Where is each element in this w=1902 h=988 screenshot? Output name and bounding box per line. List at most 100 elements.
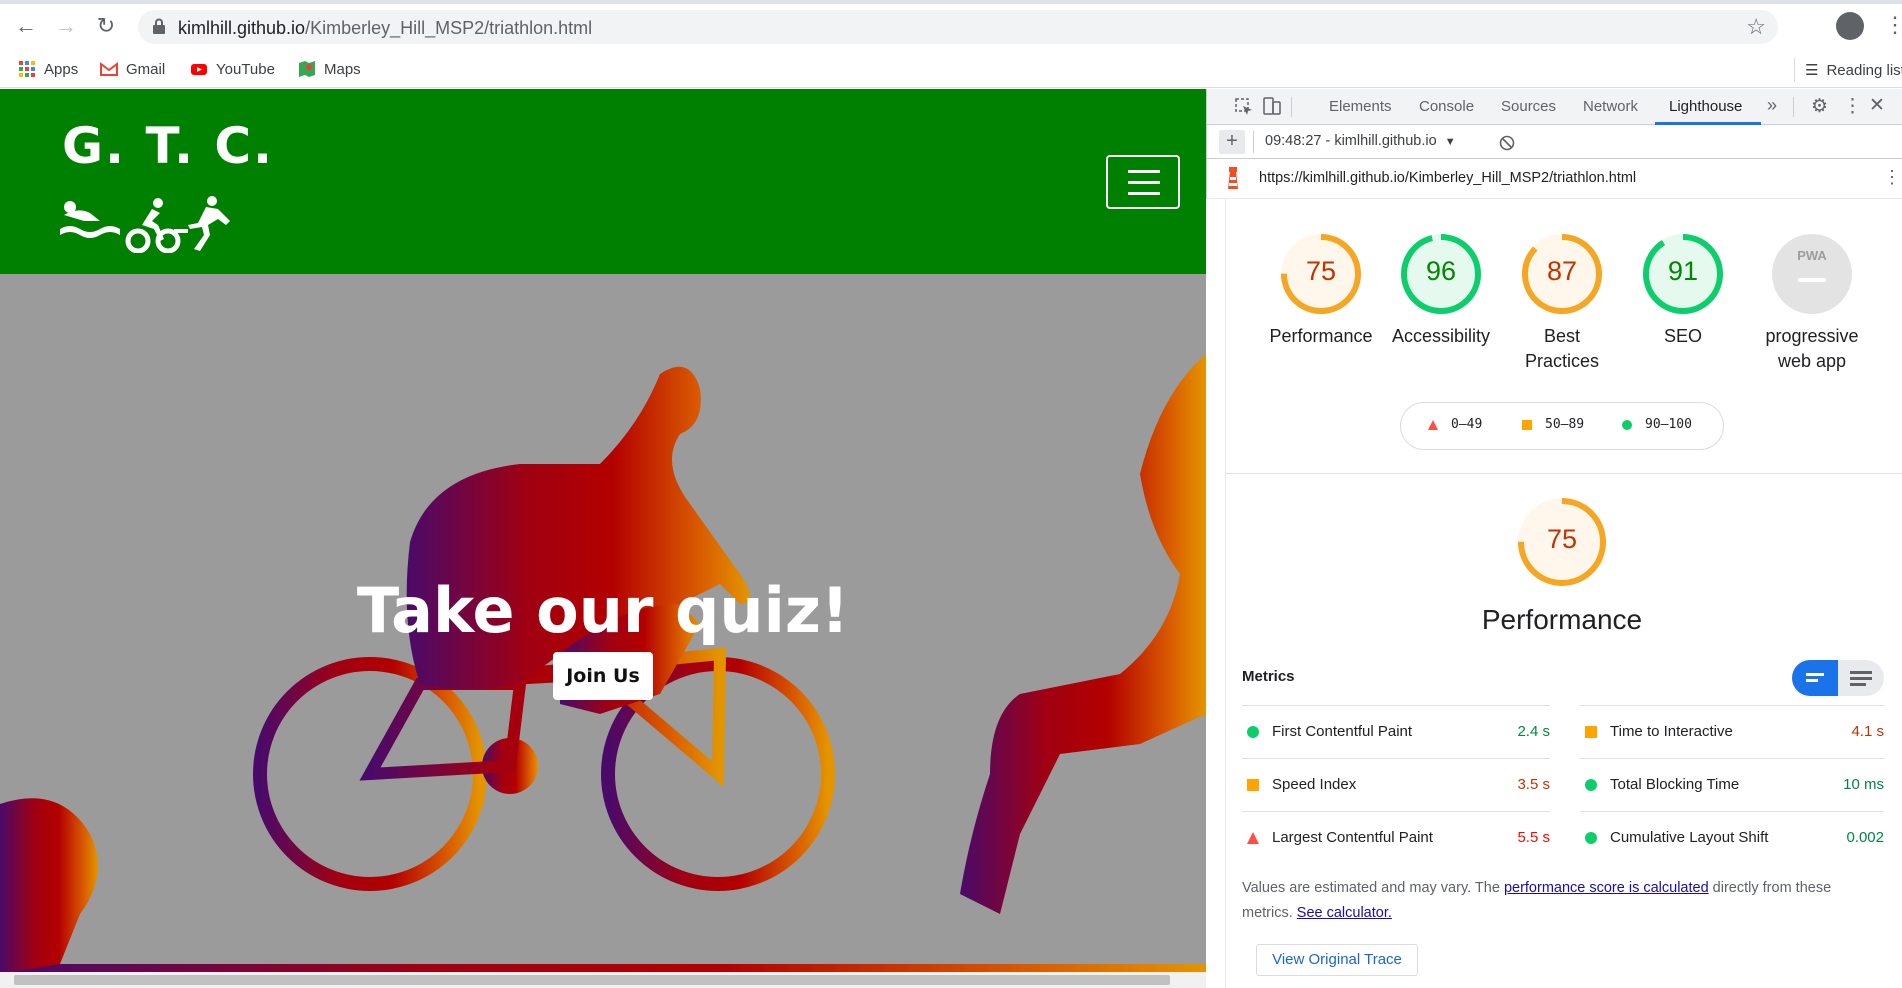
bookmark-label: Apps <box>44 60 79 78</box>
bookmark-label: Gmail <box>126 60 166 78</box>
metric-value: 2.4 s <box>1517 723 1550 740</box>
youtube-icon <box>191 64 207 75</box>
device-toolbar-icon[interactable] <box>1263 97 1281 117</box>
bookmark-apps[interactable]: Apps <box>18 60 78 78</box>
toolbar-divider <box>1291 97 1292 117</box>
metric-value: 5.5 s <box>1517 829 1550 846</box>
toolbar-divider <box>1253 131 1254 153</box>
score-value: 91 <box>1667 256 1699 286</box>
devtools-menu-icon[interactable]: ⋮ <box>1843 95 1862 118</box>
forward-arrow-icon[interactable]: → <box>54 14 78 38</box>
metric-name: Speed Index <box>1272 776 1357 793</box>
bookmarks-bar: Apps Gmail YouTube Maps ☰ Reading list <box>0 52 1902 88</box>
metric-name: First Contentful Paint <box>1272 723 1413 740</box>
score-calculation-link[interactable]: performance score is calculated <box>1504 880 1709 896</box>
bookmark-gmail[interactable]: Gmail <box>100 60 165 78</box>
circle-icon <box>1622 419 1632 430</box>
metrics-disclaimer: Values are estimated and may vary. The p… <box>1242 876 1882 926</box>
score-label: Accessibility <box>1391 326 1491 346</box>
score-gauge-accessibility[interactable]: 96 Accessibility <box>1386 232 1496 349</box>
reading-list-button[interactable]: ☰ Reading list <box>1794 58 1902 82</box>
back-arrow-icon[interactable]: ← <box>14 14 38 38</box>
tab-sources[interactable]: Sources <box>1501 98 1556 115</box>
more-tabs-icon[interactable]: » <box>1767 95 1777 116</box>
new-report-plus-icon[interactable]: + <box>1219 130 1245 154</box>
lighthouse-toolbar: + 09:48:27 - kimlhill.github.io ▼ <box>1207 125 1902 159</box>
scrollbar-thumb[interactable] <box>14 975 1170 985</box>
settings-gear-icon[interactable]: ⚙ <box>1811 95 1828 118</box>
score-gauge-pwa[interactable]: PWA progressive web app <box>1752 232 1872 374</box>
score-gauge-best-practices[interactable]: 87 Best Practices <box>1507 232 1617 374</box>
score-label: progressive web app <box>1765 326 1859 371</box>
average-square-icon <box>1585 726 1597 738</box>
reading-list-label: Reading list <box>1826 61 1902 79</box>
report-selector[interactable]: 09:48:27 - kimlhill.github.io ▼ <box>1265 133 1456 149</box>
devtools-tab-bar: Elements Console Sources Network Lightho… <box>1207 89 1902 125</box>
hero-title: Take our quiz! <box>356 574 850 647</box>
hamburger-line <box>1128 181 1160 184</box>
url-path: /Kimberley_Hill_MSP2/triathlon.html <box>305 18 593 38</box>
navbar-toggle-button[interactable] <box>1106 155 1180 209</box>
address-text: kimlhill.github.io/Kimberley_Hill_MSP2/t… <box>178 18 592 39</box>
legend-range: 50–89 <box>1545 417 1585 432</box>
triathlon-icons <box>60 196 230 253</box>
fail-triangle-icon <box>1247 832 1259 844</box>
bookmark-label: YouTube <box>216 60 275 78</box>
apps-grid-icon <box>19 61 35 77</box>
tab-console[interactable]: Console <box>1419 98 1474 115</box>
gmail-icon <box>100 62 118 76</box>
compact-view-icon-line <box>1806 679 1818 682</box>
reload-icon[interactable]: ↻ <box>94 14 118 38</box>
address-bar[interactable]: kimlhill.github.io/Kimberley_Hill_MSP2/t… <box>138 10 1778 44</box>
close-devtools-icon[interactable]: ✕ <box>1869 94 1885 117</box>
compact-view-button[interactable] <box>1792 660 1838 696</box>
bookmark-youtube[interactable]: YouTube <box>190 60 275 78</box>
score-gauge-performance[interactable]: 75 Performance <box>1266 232 1376 349</box>
inspect-element-icon[interactable] <box>1235 98 1253 116</box>
metric-value: 4.1 s <box>1851 723 1884 740</box>
report-url[interactable]: https://kimlhill.github.io/Kimberley_Hil… <box>1259 170 1636 186</box>
score-value: 75 <box>1305 256 1337 286</box>
pass-circle-icon <box>1585 832 1597 844</box>
pwa-badge-text: PWA <box>1797 248 1827 263</box>
report-menu-icon[interactable]: ⋮ <box>1883 167 1901 188</box>
section-divider <box>1226 473 1902 474</box>
report-selector-label: 09:48:27 - kimlhill.github.io <box>1265 133 1437 149</box>
page-horizontal-scrollbar[interactable] <box>0 972 1206 988</box>
view-original-trace-button[interactable]: View Original Trace <box>1256 944 1418 976</box>
score-legend: 0–49 50–89 90–100 <box>1400 402 1724 450</box>
triangle-icon <box>1428 419 1438 430</box>
metrics-view-toggle[interactable] <box>1792 660 1884 696</box>
average-square-icon <box>1247 779 1259 791</box>
tab-network[interactable]: Network <box>1583 98 1638 115</box>
metric-row: Cumulative Layout Shift 0.002 <box>1580 811 1884 863</box>
site-logo-text[interactable]: G. T. C. <box>62 117 274 175</box>
browser-menu-icon[interactable]: ⋮ <box>1884 12 1902 38</box>
tab-elements[interactable]: Elements <box>1329 98 1392 115</box>
score-gauge-seo[interactable]: 91 SEO <box>1628 232 1738 349</box>
bookmark-maps[interactable]: Maps <box>298 60 361 78</box>
profile-avatar-icon[interactable] <box>1836 12 1864 40</box>
metric-name: Total Blocking Time <box>1610 776 1740 793</box>
bookmark-star-icon[interactable]: ☆ <box>1746 14 1766 40</box>
join-us-button[interactable]: Join Us <box>553 652 653 700</box>
metric-row: First Contentful Paint 2.4 s <box>1242 705 1550 757</box>
metrics-heading: Metrics <box>1242 668 1295 685</box>
score-value: 87 <box>1546 256 1578 286</box>
tab-strip-edge <box>0 0 1902 4</box>
metric-row: Total Blocking Time 10 ms <box>1580 758 1884 810</box>
browser-toolbar: ← → ↻ kimlhill.github.io/Kimberley_Hill_… <box>0 0 1902 52</box>
expanded-view-icon[interactable] <box>1850 671 1872 674</box>
reading-list-icon: ☰ <box>1805 62 1819 79</box>
see-calculator-link[interactable]: See calculator. <box>1297 905 1392 921</box>
clear-reports-icon[interactable] <box>1499 135 1515 151</box>
hamburger-line <box>1128 192 1160 195</box>
report-url-bar: https://kimlhill.github.io/Kimberley_Hil… <box>1207 159 1902 199</box>
metric-name: Time to Interactive <box>1610 723 1733 740</box>
tab-lighthouse[interactable]: Lighthouse <box>1669 98 1742 115</box>
expanded-view-icon-line <box>1850 683 1866 686</box>
toolbar-divider <box>1793 97 1794 117</box>
lock-icon <box>153 18 165 34</box>
maps-icon <box>299 61 315 77</box>
bookmark-label: Maps <box>324 60 361 78</box>
